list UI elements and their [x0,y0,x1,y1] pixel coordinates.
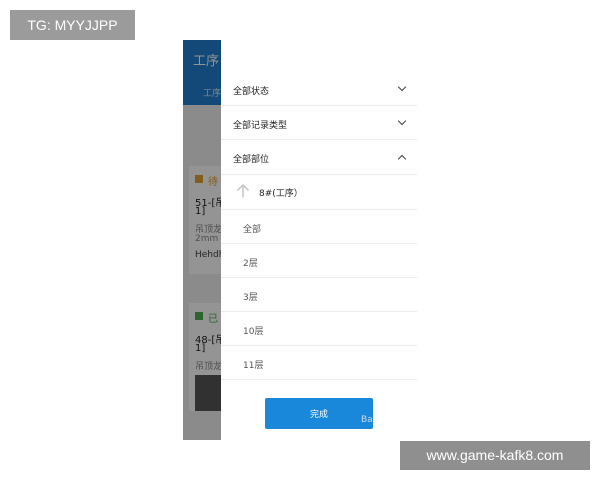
done-button[interactable]: 完成 [265,398,373,429]
watermark-top-left: TG: MYYJJPP [10,10,135,40]
chevron-down-icon [397,82,407,92]
location-option-label: 3层 [243,293,258,303]
breadcrumb-label: 8#(工序） [259,189,303,199]
filter-drawer: 全部状态 全部记录类型 全部部位 8#(工序） 全部 2层 3层 10层 11层… [221,40,417,440]
location-breadcrumb[interactable]: 8#(工序） [221,175,417,210]
chevron-up-icon [397,154,407,164]
location-option[interactable]: 2层 [221,244,417,278]
location-option-label: 10层 [243,327,264,337]
chevron-down-icon [397,116,407,126]
watermark-bottom-right: www.game-kafk8.com [400,441,590,470]
location-option[interactable]: 3层 [221,278,417,312]
up-arrow-icon[interactable] [237,184,249,198]
filter-record-type-dropdown[interactable]: 全部记录类型 [221,106,417,140]
location-option[interactable]: 10层 [221,312,417,346]
location-option-label: 2层 [243,259,258,269]
location-option-label: 全部 [243,225,262,235]
brand-watermark: Ba [361,415,373,425]
filter-status-label: 全部状态 [233,87,270,97]
phone-screen: 工序 工序 待 51-[吊 1] 吊顶龙 2mm Hehdhe 已 48-[吊 … [183,40,417,440]
filter-record-type-label: 全部记录类型 [233,121,288,131]
filter-location-dropdown[interactable]: 全部部位 [221,140,417,175]
location-option-label: 11层 [243,361,264,371]
filter-location-label: 全部部位 [233,155,270,165]
location-option[interactable]: 11层 [221,346,417,380]
filter-status-dropdown[interactable]: 全部状态 [221,72,417,106]
location-option[interactable]: 全部 [221,210,417,244]
